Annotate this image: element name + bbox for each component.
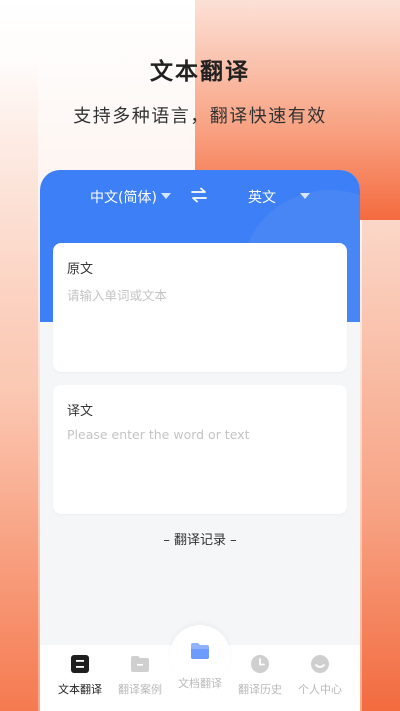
tab-translation-history[interactable]: 翻译历史 xyxy=(228,653,292,703)
translated-text-output[interactable] xyxy=(67,427,333,497)
tab-label: 翻译历史 xyxy=(238,683,282,696)
tab-label: 个人中心 xyxy=(298,683,342,696)
tab-profile[interactable]: 个人中心 xyxy=(288,653,352,703)
smiley-icon xyxy=(311,655,329,673)
tab-document-translate[interactable]: 文档翻译 xyxy=(168,640,232,690)
source-language-select[interactable]: 中文(简体) xyxy=(90,187,157,207)
tab-label: 翻译案例 xyxy=(118,683,162,696)
target-language-select[interactable]: 英文 xyxy=(248,187,276,207)
source-text-label: 原文 xyxy=(67,262,94,277)
promo-subtitle: 支持多种语言，翻译快速有效 xyxy=(73,106,327,127)
promo-title: 文本翻译 xyxy=(150,59,250,85)
source-text-input[interactable] xyxy=(67,285,333,355)
app-screen: 中文(简体) 英文 原文 译文 – 翻译记录 – 文本翻译 翻译案例 xyxy=(40,170,360,711)
caret-down-icon[interactable] xyxy=(161,193,171,199)
caret-down-icon[interactable] xyxy=(300,193,310,199)
tab-text-translate[interactable]: 文本翻译 xyxy=(48,653,112,703)
background-decoration-right xyxy=(362,220,400,711)
tab-label: 文档翻译 xyxy=(178,677,222,690)
translated-text-label: 译文 xyxy=(67,404,94,419)
source-text-card: 原文 xyxy=(53,243,347,372)
tab-label: 文本翻译 xyxy=(58,683,102,696)
tab-translation-cases[interactable]: 翻译案例 xyxy=(108,653,172,703)
folder-icon xyxy=(131,656,149,672)
text-translate-icon xyxy=(71,655,89,673)
clock-icon xyxy=(251,655,269,673)
translation-history-link[interactable]: – 翻译记录 – xyxy=(40,529,360,548)
swap-arrows-icon[interactable] xyxy=(190,187,208,203)
translated-text-card: 译文 xyxy=(53,385,347,514)
language-selector-bar: 中文(简体) 英文 xyxy=(40,184,360,208)
background-decoration-left xyxy=(0,60,38,711)
document-folder-icon xyxy=(191,643,209,659)
